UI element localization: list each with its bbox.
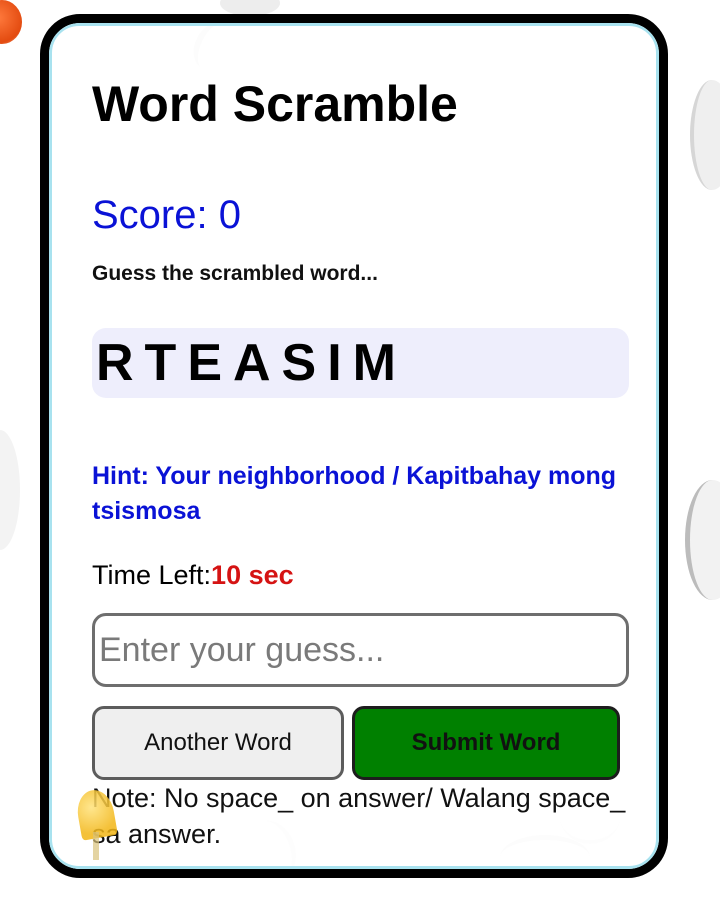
timer-value: 10 sec <box>211 560 294 590</box>
background-decoration <box>690 80 720 190</box>
background-decoration <box>685 480 720 600</box>
note-text: Note: No space_ on answer/ Walang space_… <box>92 783 626 849</box>
scrambled-word-box: RTEASIM <box>92 328 629 398</box>
page-title: Word Scramble <box>92 76 458 132</box>
instruction-text: Guess the scrambled word... <box>92 262 378 285</box>
game-card: Word Scramble Score: 0 Guess the scrambl… <box>40 14 668 878</box>
hint-text: Hint: Your neighborhood / Kapitbahay mon… <box>92 462 617 525</box>
background-decoration <box>0 0 22 44</box>
timer: Time Left:10 sec <box>92 560 294 591</box>
score-display: Score: 0 <box>92 193 241 237</box>
submit-word-button[interactable]: Submit Word <box>352 706 620 780</box>
guess-input[interactable] <box>92 613 629 687</box>
timer-label: Time Left: <box>92 560 212 590</box>
scrambled-word: RTEASIM <box>96 334 407 392</box>
another-word-button[interactable]: Another Word <box>92 706 344 780</box>
background-decoration <box>0 430 20 550</box>
